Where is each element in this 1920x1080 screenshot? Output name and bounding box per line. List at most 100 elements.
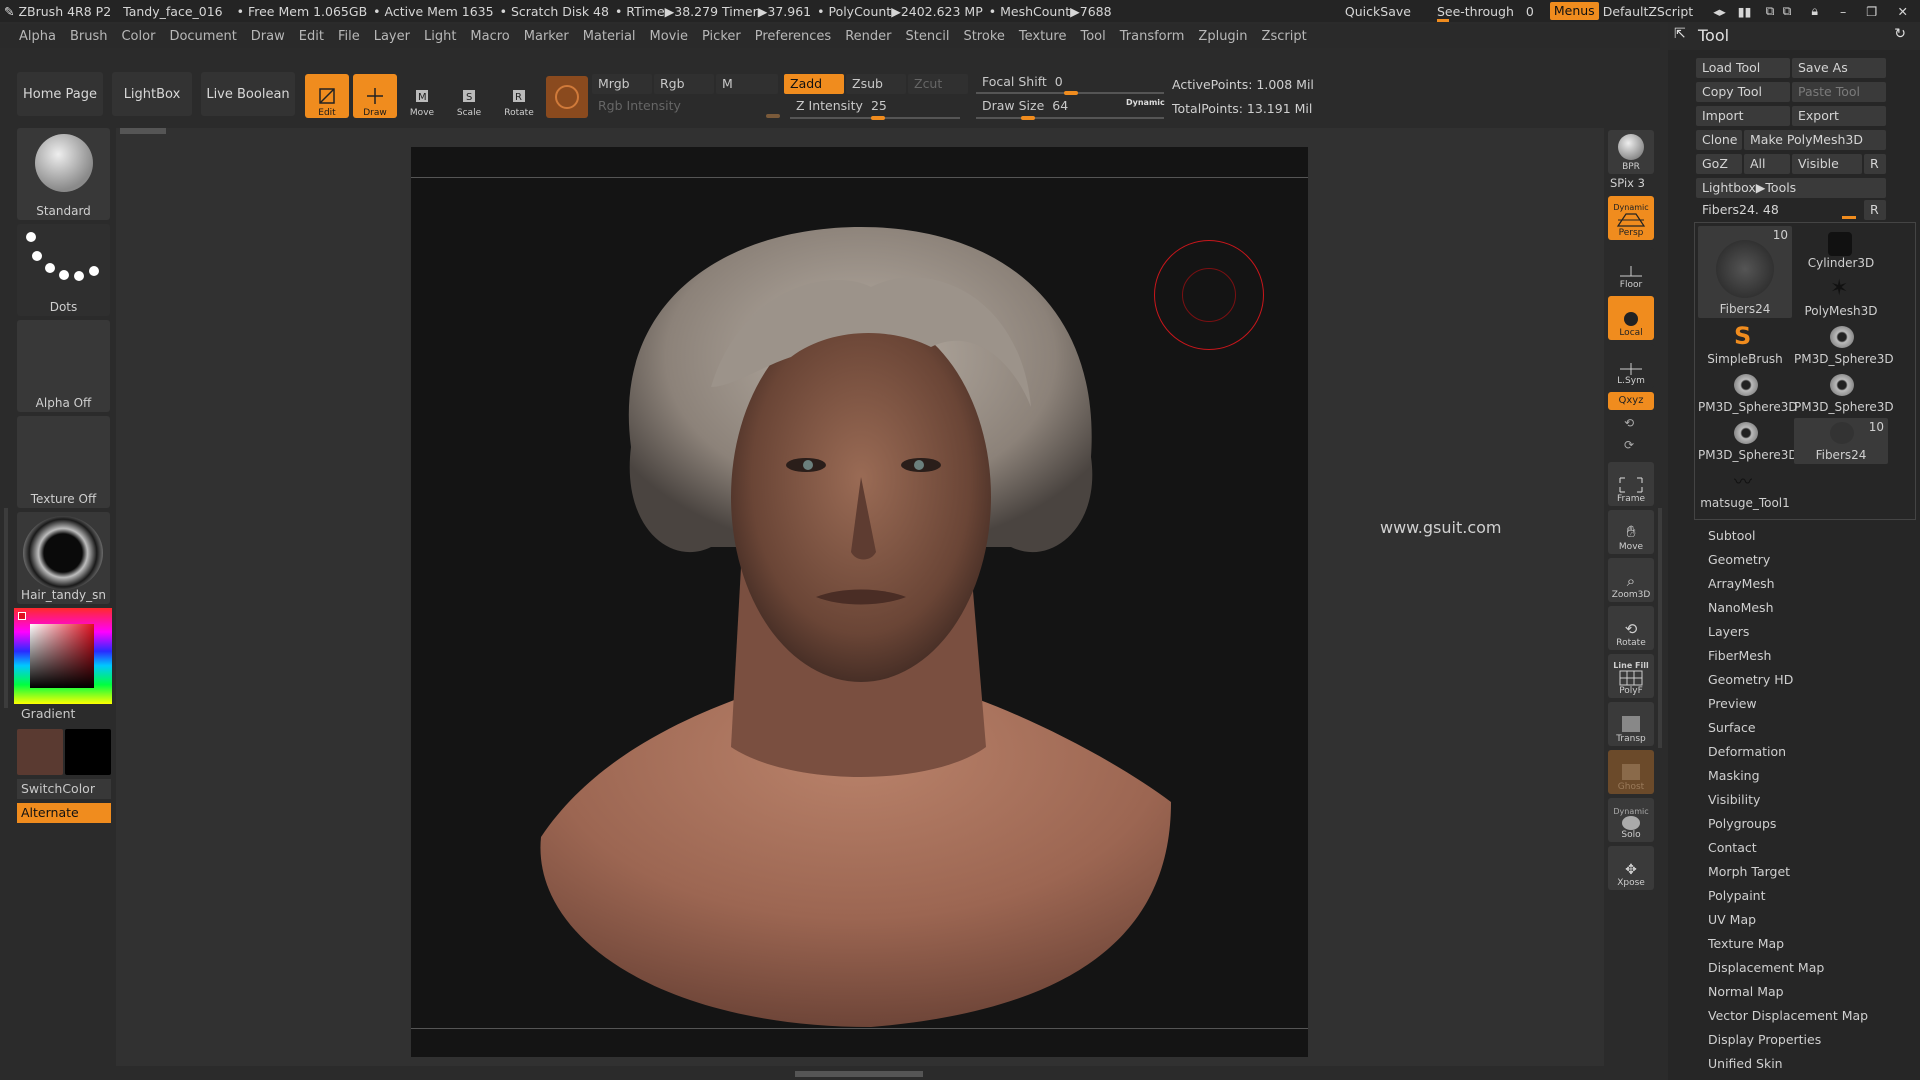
layout2-icon[interactable]: ▮▮ [1738,4,1752,19]
lsym-button[interactable]: L.Sym [1608,344,1654,388]
menu-edit[interactable]: Edit [299,29,324,44]
xpose-button[interactable]: ✥ Xpose [1608,846,1654,890]
menu-stencil[interactable]: Stencil [905,29,949,44]
ghost-button[interactable]: Ghost [1608,750,1654,794]
main-color-swatch[interactable] [17,729,63,775]
zsub-button[interactable]: Zsub [846,74,906,94]
section-nanomesh[interactable]: NanoMesh [1708,600,1774,615]
goz-visible-button[interactable]: Visible [1792,154,1862,174]
section-deformation[interactable]: Deformation [1708,744,1786,759]
menu-alpha[interactable]: Alpha [19,29,56,44]
right-shelf-handle[interactable] [1658,508,1662,748]
material-swatch-button[interactable] [546,76,588,118]
canvas-bottom-handle[interactable] [795,1071,923,1077]
section-normal-map[interactable]: Normal Map [1708,984,1784,999]
section-unified-skin[interactable]: Unified Skin [1708,1056,1783,1071]
frame-button[interactable]: Frame [1608,462,1654,506]
window-icon[interactable]: ⧉ [1766,3,1775,19]
menu-layer[interactable]: Layer [374,29,410,44]
export-button[interactable]: Export [1792,106,1886,126]
section-texture-map[interactable]: Texture Map [1708,936,1784,951]
menu-texture[interactable]: Texture [1019,29,1067,44]
mrgb-button[interactable]: Mrgb [592,74,652,94]
menu-render[interactable]: Render [845,29,891,44]
lightbox-tools-button[interactable]: Lightbox▶Tools [1696,178,1886,198]
spix-slider[interactable]: SPix 3 [1610,176,1645,190]
dynamic-toggle[interactable]: Dynamic [1126,98,1165,107]
minimize-icon[interactable]: – [1840,4,1846,19]
section-display-properties[interactable]: Display Properties [1708,1032,1821,1047]
persp-button[interactable]: Dynamic Persp [1608,196,1654,240]
stroke-picker[interactable]: Dots [17,224,110,316]
polyf-button[interactable]: Line Fill PolyF [1608,654,1654,698]
menu-stroke[interactable]: Stroke [963,29,1004,44]
window2-icon[interactable]: ⧉ [1782,3,1791,19]
home-page-button[interactable]: Home Page [17,72,103,116]
menu-draw[interactable]: Draw [251,29,285,44]
rgb-button[interactable]: Rgb [654,74,714,94]
default-zscript-button[interactable]: DefaultZScript [1603,4,1694,19]
menu-file[interactable]: File [338,29,360,44]
clone-button[interactable]: Clone [1696,130,1742,150]
rotate-button[interactable]: R Rotate [497,74,541,118]
m-button[interactable]: M [716,74,778,94]
material-picker[interactable]: Hair_tandy_sn [17,512,110,604]
menu-zscript[interactable]: Zscript [1262,29,1307,44]
texture-picker[interactable]: Texture Off [17,416,110,508]
menu-tool[interactable]: Tool [1080,29,1105,44]
section-subtool[interactable]: Subtool [1708,528,1755,543]
section-vector-displacement-map[interactable]: Vector Displacement Map [1708,1008,1868,1023]
zcut-button[interactable]: Zcut [908,74,968,94]
current-tool-slider[interactable]: Fibers24. 48 [1696,200,1862,220]
load-tool-button[interactable]: Load Tool [1696,58,1790,78]
tool-palette-header[interactable]: ⇱ Tool ↻ [1668,22,1920,50]
section-preview[interactable]: Preview [1708,696,1757,711]
zoom3d-button[interactable]: ⌕ Zoom3D [1608,558,1654,602]
current-tool-r-button[interactable]: R [1864,200,1886,220]
menu-marker[interactable]: Marker [524,29,569,44]
zadd-button[interactable]: Zadd [784,74,844,94]
bpr-button[interactable]: BPR [1608,130,1654,174]
layout-icon[interactable]: ◂▸ [1713,4,1726,19]
lightbox-button[interactable]: LightBox [112,72,192,116]
menu-movie[interactable]: Movie [650,29,688,44]
menu-picker[interactable]: Picker [702,29,741,44]
z-intensity-slider[interactable]: Z Intensity 25 [790,96,966,116]
menu-document[interactable]: Document [169,29,236,44]
section-fibermesh[interactable]: FiberMesh [1708,648,1771,663]
goz-r-button[interactable]: R [1864,154,1886,174]
transp-button[interactable]: Transp [1608,702,1654,746]
move-button[interactable]: M Move [400,74,444,118]
menu-transform[interactable]: Transform [1120,29,1185,44]
menu-brush[interactable]: Brush [70,29,108,44]
section-layers[interactable]: Layers [1708,624,1749,639]
menu-color[interactable]: Color [121,29,155,44]
see-through-slider[interactable]: See-through 0 [1436,4,1534,22]
menu-preferences[interactable]: Preferences [755,29,831,44]
make-polymesh-button[interactable]: Make PolyMesh3D [1744,130,1886,150]
section-displacement-map[interactable]: Displacement Map [1708,960,1824,975]
secondary-color-swatch[interactable] [65,729,111,775]
alpha-picker[interactable]: Alpha Off [17,320,110,412]
quicksave-button[interactable]: QuickSave [1345,4,1411,19]
scale-button[interactable]: S Scale [447,74,491,118]
rgb-intensity-slider[interactable]: Rgb Intensity [592,96,782,116]
lock-icon[interactable]: 🔒︎ [1811,3,1818,19]
menu-light[interactable]: Light [424,29,456,44]
copy-tool-button[interactable]: Copy Tool [1696,82,1790,102]
color-field[interactable] [30,624,94,688]
tool-palette-reset-icon[interactable]: ↻ [1894,26,1906,42]
goz-button[interactable]: GoZ [1696,154,1742,174]
section-visibility[interactable]: Visibility [1708,792,1760,807]
section-polygroups[interactable]: Polygroups [1708,816,1776,831]
canvas-scroll-handle[interactable] [120,128,166,134]
rotate-view-button[interactable]: ⟲ Rotate [1608,606,1654,650]
section-geometry-hd[interactable]: Geometry HD [1708,672,1793,687]
section-morph-target[interactable]: Morph Target [1708,864,1790,879]
focal-shift-slider[interactable]: Focal Shift 0 [976,72,1166,92]
section-polypaint[interactable]: Polypaint [1708,888,1766,903]
floor-button[interactable]: Floor [1608,248,1654,292]
section-contact[interactable]: Contact [1708,840,1757,855]
document-canvas[interactable] [411,147,1308,1057]
import-button[interactable]: Import [1696,106,1790,126]
